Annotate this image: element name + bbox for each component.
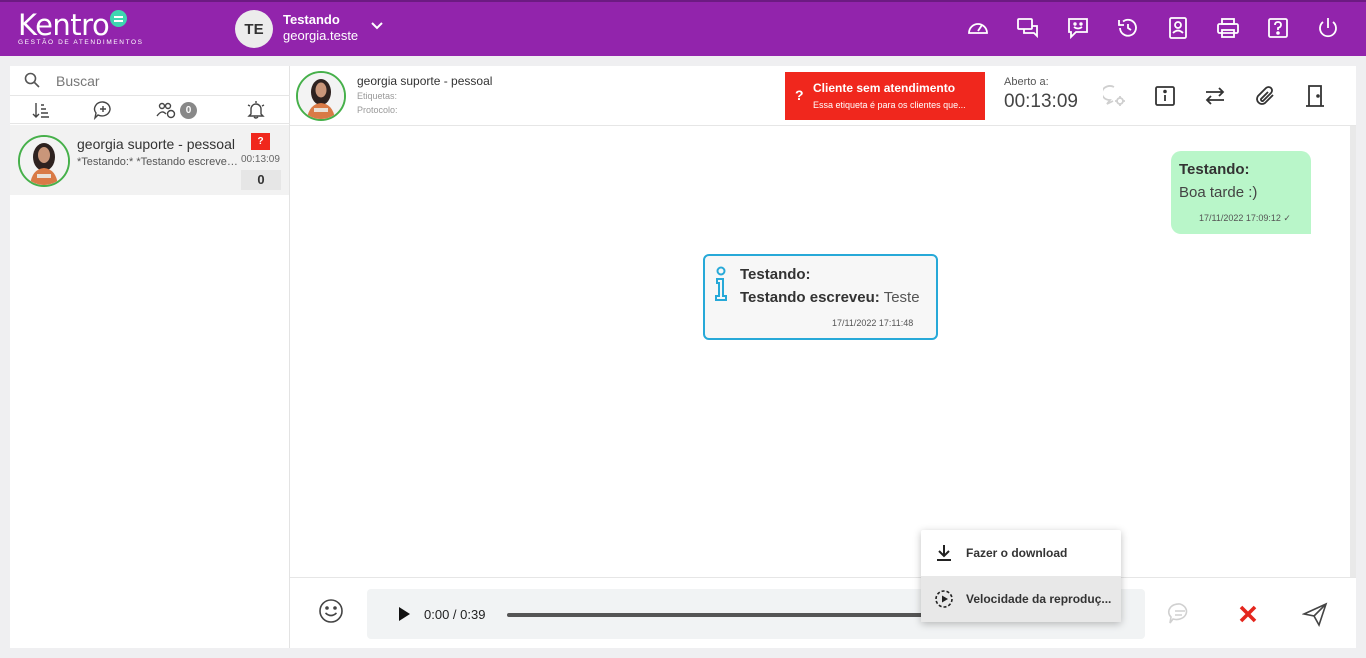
logo-wordmark: Kentro	[18, 8, 110, 42]
contact-avatar	[18, 135, 70, 187]
quoted-author: Testando escreveu:	[740, 289, 880, 306]
info-icon	[715, 266, 727, 301]
message-text: Boa tarde :)	[1179, 184, 1258, 201]
user-name[interactable]: Testando	[283, 12, 340, 27]
opened-timer: 00:13:09	[1004, 91, 1078, 112]
logo-subtitle: GESTÃO DE ATENDIMENTOS	[18, 39, 144, 46]
contact-avatar[interactable]	[296, 71, 346, 121]
contact-name: georgia suporte - pessoal	[77, 136, 235, 152]
contacts-sidebar: 0 georgia suporte - pessoal *Testando:* …	[10, 66, 290, 648]
feedback-icon[interactable]	[1064, 14, 1092, 42]
chat-contact-name: georgia suporte - pessoal	[357, 74, 493, 88]
contact-preview: *Testando:* *Testando escreveu: Teste	[77, 156, 239, 168]
quoted-text: Teste	[883, 289, 920, 306]
help-icon[interactable]	[1264, 14, 1292, 42]
opened-label: Aberto a:	[1004, 76, 1049, 88]
playback-speed-menu-item[interactable]: Velocidade da reproduç...	[921, 576, 1121, 622]
playback-speed-label: Velocidade da reproduç...	[966, 592, 1112, 606]
cancel-icon[interactable]	[1234, 600, 1262, 628]
user-avatar[interactable]: TE	[235, 10, 273, 48]
print-icon[interactable]	[1214, 14, 1242, 42]
alert-subtitle: Essa etiqueta é para os clientes que...	[813, 100, 966, 110]
sort-icon	[32, 103, 49, 118]
logo-menu-badge	[110, 10, 128, 27]
groups-filter-button[interactable]: 0	[156, 100, 197, 120]
sort-button[interactable]	[31, 100, 51, 120]
scrollbar[interactable]	[1350, 126, 1356, 577]
close-chat-door-icon[interactable]	[1301, 82, 1329, 110]
search-input[interactable]	[56, 69, 276, 93]
message-author: Testando:	[740, 266, 811, 283]
search-icon	[24, 72, 40, 88]
play-icon[interactable]	[397, 606, 411, 622]
download-label: Fazer o download	[966, 546, 1068, 560]
message-timestamp: 17/11/2022 17:09:12 ✓	[1199, 213, 1291, 223]
speedometer-icon[interactable]	[964, 14, 992, 42]
info-icon[interactable]	[1151, 82, 1179, 110]
download-menu-item[interactable]: Fazer o download	[921, 530, 1121, 576]
protocol-label: Protocolo:	[357, 105, 398, 115]
chevron-down-icon[interactable]	[368, 16, 386, 34]
quick-reply-icon[interactable]	[1166, 600, 1194, 628]
composer: 0:00 / 0:39	[290, 577, 1356, 648]
top-bar: Kentro GESTÃO DE ATENDIMENTOS TE Testand…	[0, 0, 1366, 56]
chat-header: georgia suporte - pessoal Etiquetas: Pro…	[290, 66, 1356, 126]
send-icon[interactable]	[1301, 600, 1329, 628]
emoji-icon[interactable]	[318, 598, 344, 624]
chats-icon[interactable]	[1014, 14, 1042, 42]
logo: Kentro GESTÃO DE ATENDIMENTOS	[18, 10, 144, 46]
status-alert[interactable]: ? Cliente sem atendimento Essa etiqueta …	[785, 72, 985, 120]
filter-toolbar: 0	[10, 96, 290, 124]
audio-progress[interactable]	[507, 613, 927, 617]
contact-time: 00:13:09	[241, 154, 280, 165]
message-text: Testando escreveu: Teste	[740, 289, 920, 306]
tags-label: Etiquetas:	[357, 91, 398, 101]
contacts-icon[interactable]	[1164, 14, 1192, 42]
unread-count: 0	[241, 170, 281, 190]
message-list: Testando: Boa tarde :) 17/11/2022 17:09:…	[290, 126, 1356, 577]
playback-speed-icon	[935, 590, 953, 608]
users-icon	[156, 102, 176, 119]
message-timestamp: 17/11/2022 17:11:48	[832, 318, 914, 328]
power-icon[interactable]	[1314, 14, 1342, 42]
download-icon	[937, 545, 951, 561]
outgoing-message[interactable]: Testando: Boa tarde :) 17/11/2022 17:09:…	[1171, 151, 1311, 234]
question-icon: ?	[795, 87, 804, 103]
new-chat-button[interactable]	[93, 100, 113, 120]
system-message[interactable]: Testando: Testando escreveu: Teste 17/11…	[703, 254, 938, 340]
alerts-button[interactable]	[246, 100, 266, 120]
message-author: Testando:	[1179, 161, 1250, 178]
chat-settings-icon[interactable]	[1101, 82, 1129, 110]
chat-add-icon	[93, 101, 111, 120]
status-badge: ?	[251, 133, 270, 150]
transfer-icon[interactable]	[1201, 82, 1229, 110]
alert-title: Cliente sem atendimento	[813, 81, 956, 95]
attach-icon[interactable]	[1251, 82, 1279, 110]
user-login[interactable]: georgia.teste	[283, 28, 358, 43]
search-bar	[10, 66, 290, 96]
groups-count-badge: 0	[180, 101, 197, 119]
bell-icon	[247, 101, 265, 119]
chat-panel: georgia suporte - pessoal Etiquetas: Pro…	[290, 66, 1356, 648]
audio-context-menu: Fazer o download Velocidade da reproduç.…	[921, 530, 1121, 622]
contact-list-item[interactable]: georgia suporte - pessoal *Testando:* *T…	[10, 125, 289, 195]
history-icon[interactable]	[1114, 14, 1142, 42]
audio-time: 0:00 / 0:39	[424, 607, 486, 622]
